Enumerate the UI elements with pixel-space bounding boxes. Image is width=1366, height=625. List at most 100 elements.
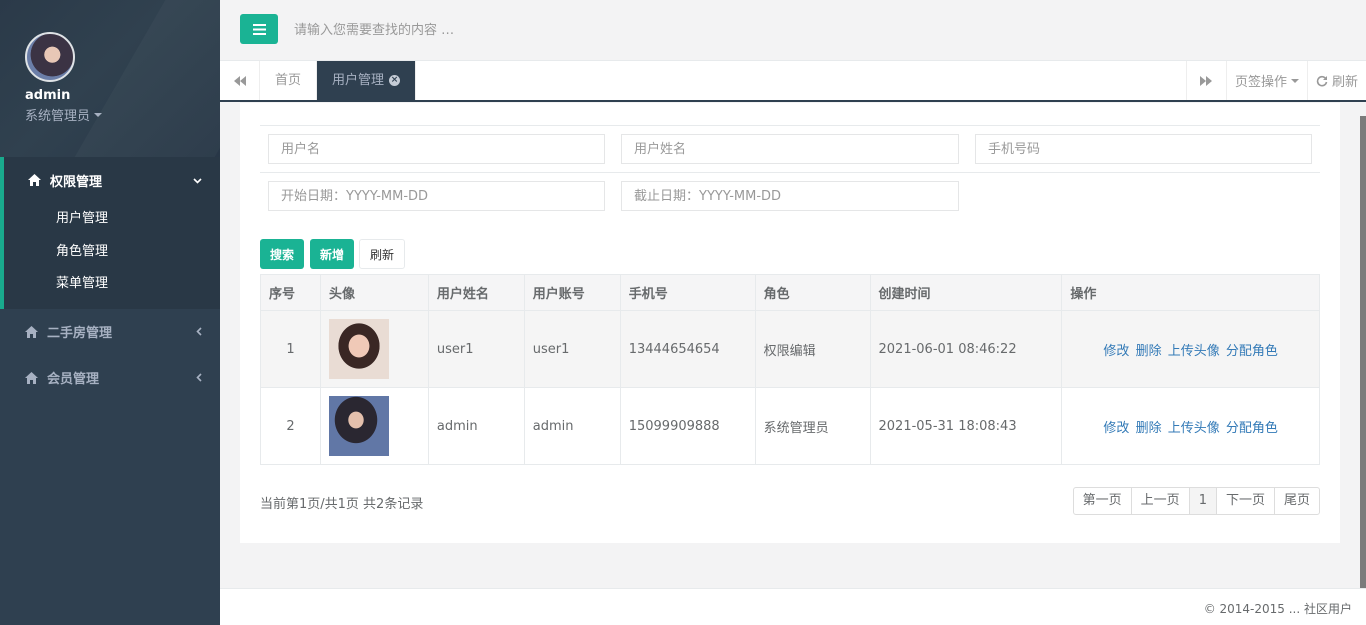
home-icon <box>28 174 42 186</box>
sidebar-item-permission-header[interactable]: 权限管理 <box>4 157 220 203</box>
avatar <box>328 396 389 456</box>
column-header[interactable]: 角色 <box>754 274 871 311</box>
tab-operations-dropdown[interactable]: 页签操作 <box>1225 61 1307 100</box>
avatar[interactable] <box>25 32 75 82</box>
caret-down-icon <box>1290 78 1299 83</box>
forward-icon <box>1200 75 1213 86</box>
prev-page-button[interactable]: 上一页 <box>1130 487 1190 515</box>
pagination: 第一页 上一页 1 下一页 尾页 <box>1072 487 1320 515</box>
divider <box>260 172 1320 173</box>
avatar-cell <box>319 387 429 465</box>
search-button[interactable]: 搜索 <box>260 239 305 269</box>
tab-operations-label: 页签操作 <box>1234 75 1287 90</box>
start-date-input[interactable] <box>268 181 605 211</box>
profile-name: admin <box>25 88 71 103</box>
chevron-down-icon <box>193 173 202 187</box>
divider <box>260 125 1320 126</box>
column-header[interactable]: 手机号 <box>619 274 756 311</box>
user-name-cell: admin <box>427 387 525 465</box>
delete-link[interactable]: 删除 <box>1136 421 1162 436</box>
sidebar: admin 系统管理员 权限管理 用户管理 角色管理 菜单管理 二手房管理 会员… <box>0 0 220 625</box>
profile-role-dropdown[interactable]: 系统管理员 <box>25 105 220 124</box>
caret-down-icon <box>94 112 103 117</box>
row-index: 1 <box>260 310 321 388</box>
global-search-input[interactable] <box>294 16 694 44</box>
column-header[interactable]: 头像 <box>319 274 429 311</box>
sidebar-subitem-roles[interactable]: 角色管理 <box>4 236 220 269</box>
hamburger-icon <box>252 23 266 35</box>
user-account-cell: user1 <box>523 310 621 388</box>
table-header-row: 序号 头像 用户姓名 用户账号 手机号 角色 创建时间 操作 <box>260 274 1320 311</box>
footer: © 2014-2015 ... 社区用户 <box>220 588 1366 625</box>
sidebar-item-members-header[interactable]: 会员管理 <box>0 355 220 401</box>
tabs-scroll-left-button[interactable] <box>220 61 260 100</box>
assign-role-link[interactable]: 分配角色 <box>1226 421 1278 436</box>
avatar <box>328 319 389 379</box>
end-date-input[interactable] <box>621 181 959 211</box>
delete-link[interactable]: 删除 <box>1136 344 1162 359</box>
next-page-button[interactable]: 下一页 <box>1215 487 1275 515</box>
user-table: 序号 头像 用户姓名 用户账号 手机号 角色 创建时间 操作 1 user1 u… <box>260 274 1320 465</box>
sidebar-item-permission: 权限管理 用户管理 角色管理 菜单管理 <box>0 157 220 309</box>
copyright-text: © 2014-2015 ... 社区用户 <box>1203 602 1352 616</box>
tab-user-management[interactable]: 用户管理 × <box>317 61 417 100</box>
operations-cell: 修改 删除 上传头像 分配角色 <box>1061 387 1320 465</box>
user-management-panel: 搜索 新增 刷新 序号 头像 用户姓名 用户账号 手机号 角色 创建时间 操作 … <box>240 103 1340 543</box>
current-page-button[interactable]: 1 <box>1188 487 1217 515</box>
pagination-summary: 当前第1页/共1页 共2条记录 <box>260 497 424 512</box>
sidebar-item-members: 会员管理 <box>0 355 220 401</box>
chevron-left-icon <box>196 371 202 385</box>
column-header[interactable]: 用户姓名 <box>427 274 525 311</box>
sidebar-item-second-hand-housing-header[interactable]: 二手房管理 <box>0 309 220 355</box>
sidebar-item-label: 会员管理 <box>47 372 100 387</box>
upload-avatar-link[interactable]: 上传头像 <box>1168 421 1220 436</box>
role-cell: 系统管理员 <box>754 387 871 465</box>
row-index: 2 <box>260 387 321 465</box>
page-scrollbar[interactable] <box>1360 116 1366 588</box>
user-account-cell: admin <box>523 387 621 465</box>
refresh-tab-button[interactable]: 刷新 <box>1306 61 1366 100</box>
top-navbar <box>220 0 1366 61</box>
refresh-icon <box>1316 75 1328 86</box>
refresh-tab-label: 刷新 <box>1331 75 1358 90</box>
sidebar-subitem-menus[interactable]: 菜单管理 <box>4 268 220 301</box>
refresh-button[interactable]: 刷新 <box>359 239 406 269</box>
column-header[interactable]: 创建时间 <box>869 274 1063 311</box>
username-input[interactable] <box>268 134 605 164</box>
column-header[interactable]: 序号 <box>260 274 321 311</box>
role-cell: 权限编辑 <box>754 310 871 388</box>
realname-input[interactable] <box>621 134 959 164</box>
column-header[interactable]: 操作 <box>1061 274 1320 311</box>
edit-link[interactable]: 修改 <box>1103 421 1129 436</box>
tabs-actions: 页签操作 刷新 <box>1185 61 1366 100</box>
phone-input[interactable] <box>975 134 1312 164</box>
tabs-scroll-right-button[interactable] <box>1185 61 1226 100</box>
tab-home[interactable]: 首页 <box>260 61 318 100</box>
profile-role-label: 系统管理员 <box>25 109 91 124</box>
phone-cell: 15099909888 <box>619 387 756 465</box>
sidebar-subitem-users[interactable]: 用户管理 <box>4 203 220 236</box>
last-page-button[interactable]: 尾页 <box>1273 487 1320 515</box>
edit-link[interactable]: 修改 <box>1103 344 1129 359</box>
sidebar-item-second-hand-housing: 二手房管理 <box>0 309 220 355</box>
close-icon[interactable]: × <box>389 75 401 86</box>
backward-icon <box>233 75 246 86</box>
page-tabs-bar: 首页 用户管理 × 页签操作 刷新 <box>220 61 1366 102</box>
sidebar-item-label: 权限管理 <box>50 174 103 190</box>
assign-role-link[interactable]: 分配角色 <box>1226 344 1278 359</box>
created-time-cell: 2021-05-31 18:08:43 <box>869 387 1063 465</box>
chevron-left-icon <box>196 325 202 339</box>
tab-label: 用户管理 <box>332 73 385 88</box>
home-icon <box>25 371 39 384</box>
sidebar-item-label: 二手房管理 <box>47 326 113 341</box>
submenu-permission: 用户管理 角色管理 菜单管理 <box>4 203 220 309</box>
first-page-button[interactable]: 第一页 <box>1072 487 1132 515</box>
home-icon <box>25 325 39 338</box>
operations-cell: 修改 删除 上传头像 分配角色 <box>1061 310 1320 388</box>
column-header[interactable]: 用户账号 <box>523 274 621 311</box>
upload-avatar-link[interactable]: 上传头像 <box>1168 344 1220 359</box>
menu-toggle-button[interactable] <box>240 14 278 44</box>
table-row[interactable]: 2 admin admin 15099909888 系统管理员 2021-05-… <box>260 387 1320 465</box>
add-button[interactable]: 新增 <box>310 239 355 269</box>
table-row[interactable]: 1 user1 user1 13444654654 权限编辑 2021-06-0… <box>260 310 1320 388</box>
